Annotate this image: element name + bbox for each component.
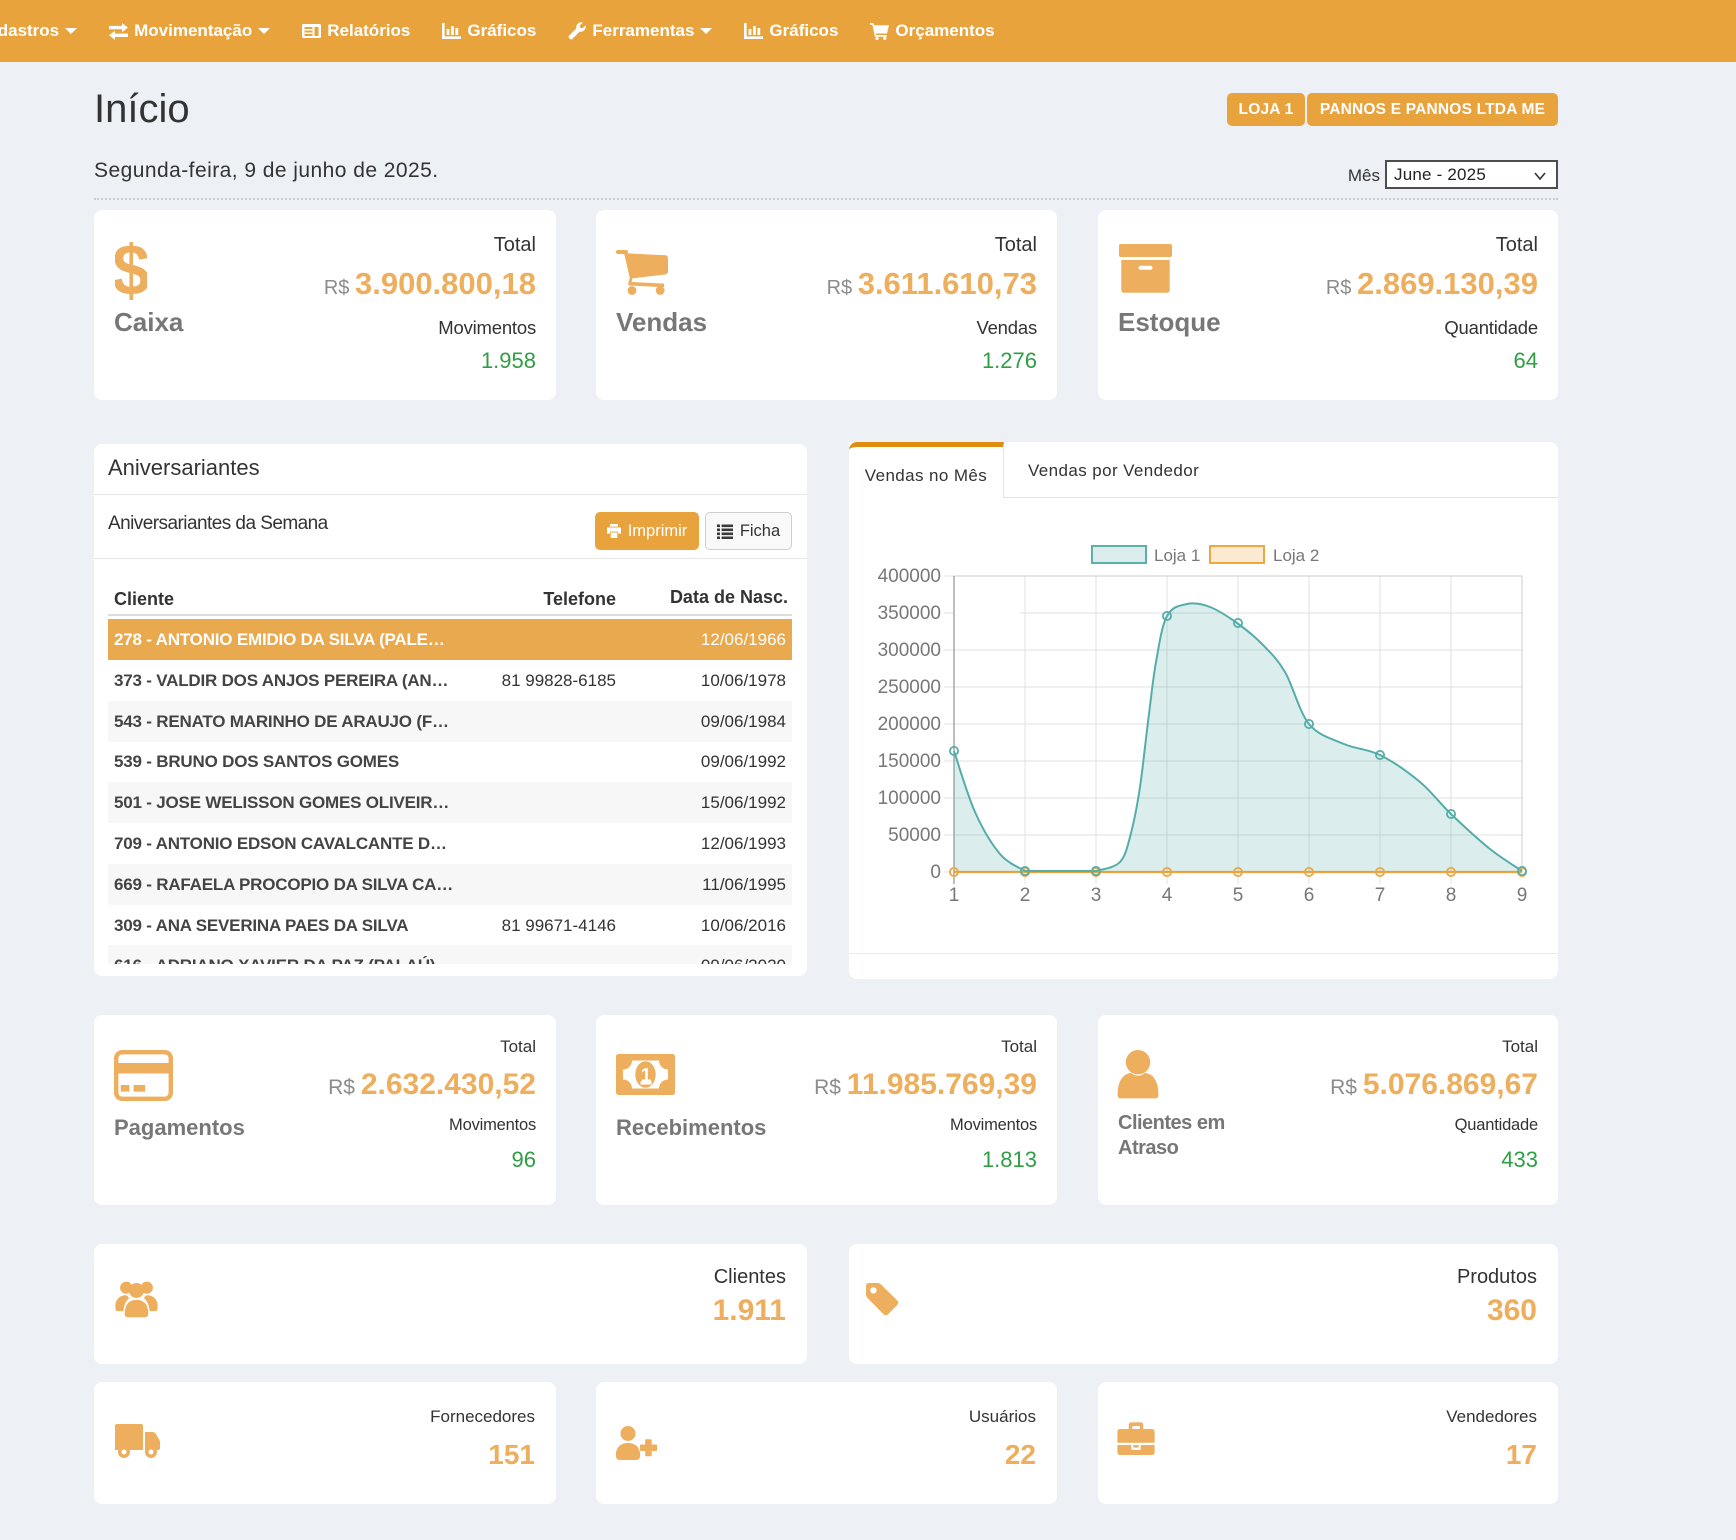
svg-text:Loja 1: Loja 1 [1154, 546, 1200, 565]
svg-text:50000: 50000 [888, 825, 941, 846]
svg-text:3: 3 [1091, 885, 1102, 906]
svg-text:300000: 300000 [878, 640, 941, 661]
svg-text:350000: 350000 [878, 603, 941, 624]
svg-text:250000: 250000 [878, 677, 941, 698]
svg-text:150000: 150000 [878, 751, 941, 772]
svg-text:7: 7 [1375, 885, 1386, 906]
svg-text:0: 0 [930, 862, 941, 883]
svg-text:5: 5 [1233, 885, 1244, 906]
svg-text:Loja 2: Loja 2 [1273, 546, 1319, 565]
svg-text:2: 2 [1020, 885, 1031, 906]
svg-text:400000: 400000 [878, 566, 941, 587]
svg-text:6: 6 [1304, 885, 1315, 906]
svg-text:8: 8 [1446, 885, 1457, 906]
svg-text:100000: 100000 [878, 788, 941, 809]
svg-text:$: $ [115, 242, 147, 308]
svg-text:200000: 200000 [878, 714, 941, 735]
svg-text:1: 1 [949, 885, 960, 906]
svg-text:4: 4 [1162, 885, 1173, 906]
svg-text:9: 9 [1517, 885, 1528, 906]
